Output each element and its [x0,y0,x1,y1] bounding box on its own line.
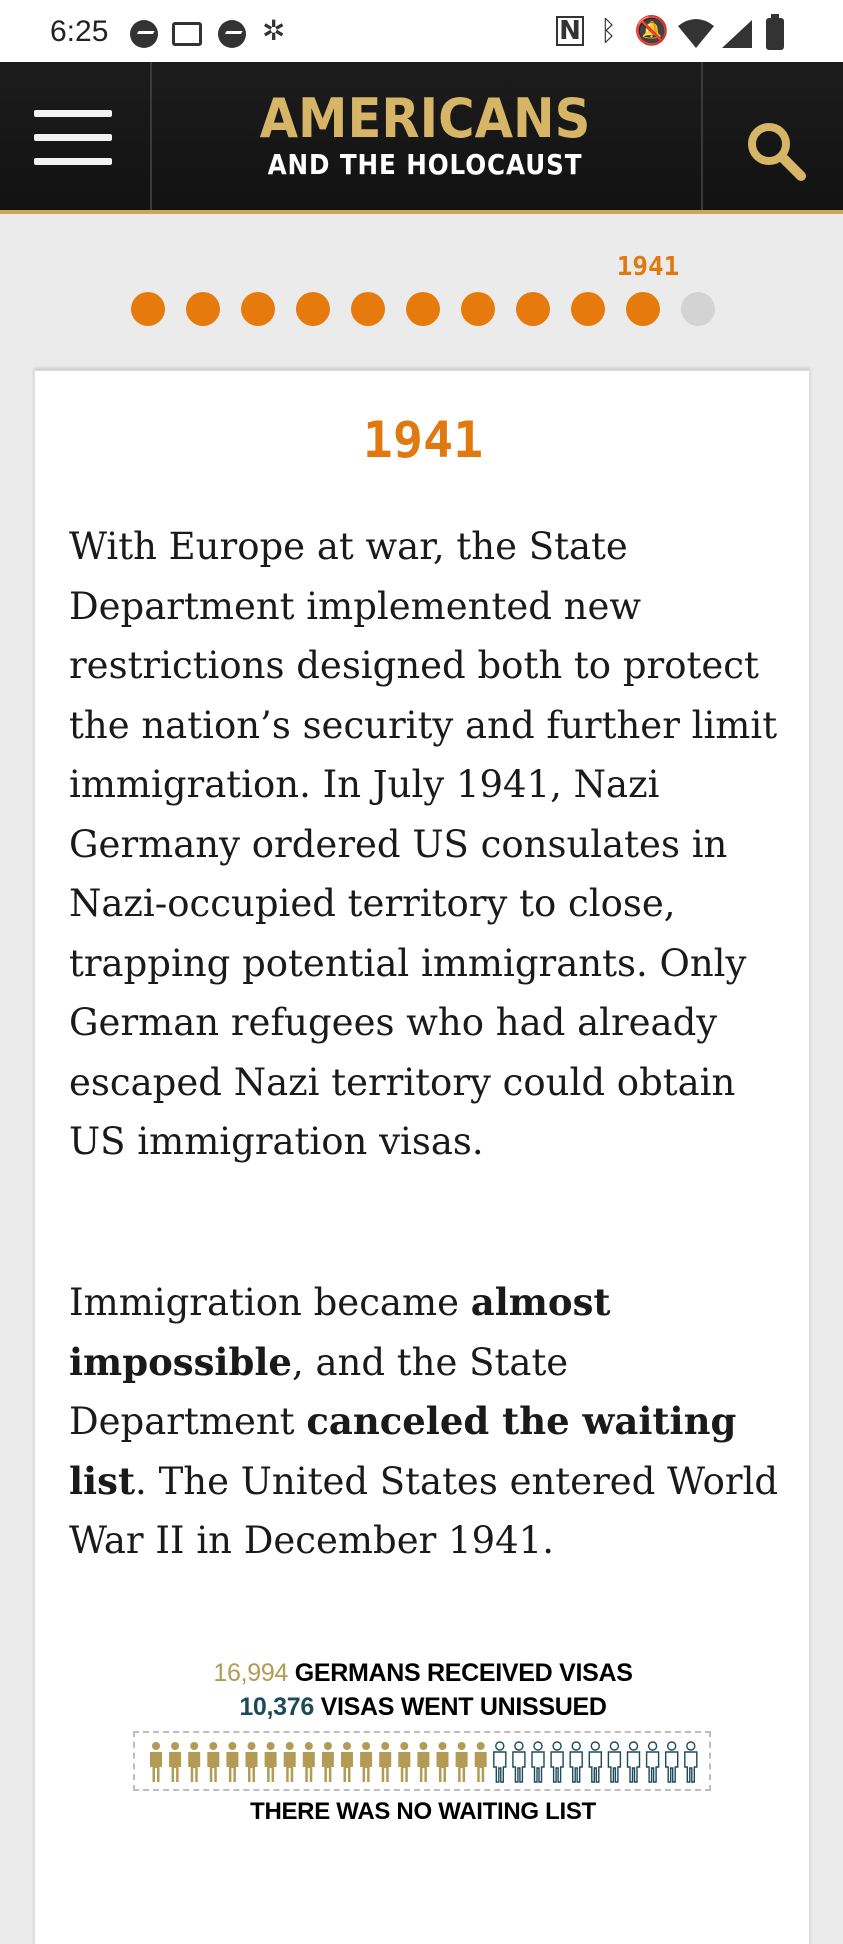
person-icon-filled [379,1742,392,1782]
person-icon-outline [512,1741,526,1783]
timeline-dot[interactable] [571,292,605,326]
timeline-dot[interactable] [241,292,275,326]
visas-unissued-number: 10,376 [239,1693,314,1721]
wifi-icon [678,19,714,48]
battery-icon [766,14,784,50]
person-icon-filled [360,1742,373,1782]
site-header: AMERICANS AND THE HOLOCAUST [0,62,843,214]
content-card: 1941 With Europe at war, the State Depar… [34,370,810,1944]
person-icon-outline [550,1741,564,1783]
people-pictogram [133,1731,711,1791]
person-icon-filled [188,1742,201,1782]
messenger-icon [218,20,246,48]
visas-received-label: GERMANS RECEIVED VISAS [294,1659,633,1687]
person-icon-outline [645,1741,660,1783]
person-icon-outline [665,1741,679,1783]
timeline-dot[interactable] [516,292,550,326]
person-icon-filled [302,1742,315,1782]
person-icon-outline [569,1741,583,1783]
timeline-dot[interactable] [626,292,660,326]
bug-icon: ✲ [262,14,286,47]
timeline-dot[interactable] [406,292,440,326]
search-button[interactable] [701,62,843,210]
timeline-dot[interactable] [351,292,385,326]
logo-subtitle: AND THE HOLOCAUST [267,148,583,181]
person-icon-filled [226,1742,239,1782]
bell-off-icon: 🔕 [634,14,669,47]
bluetooth-icon: ᛒ [600,14,617,47]
timeline-dot[interactable] [186,292,220,326]
visas-unissued-label: VISAS WENT UNISSUED [320,1693,607,1721]
person-icon-outline [684,1741,698,1783]
messenger-icon [130,20,158,48]
logo-title: AMERICANS [259,87,591,150]
person-icon-filled [245,1742,258,1782]
card-year-heading: 1941 [362,411,484,469]
person-icon-outline [531,1741,545,1783]
timeline-dot[interactable] [131,292,165,326]
classroom-icon [172,22,202,46]
person-icon-filled [474,1742,487,1782]
search-icon [748,123,806,181]
status-time: 6:25 [50,15,109,48]
paragraph-2: Immigration became almost impossible, an… [69,1280,779,1562]
person-icon-outline [626,1741,641,1783]
person-icon-filled [321,1742,334,1782]
timeline-dot[interactable] [296,292,330,326]
site-logo[interactable]: AMERICANS AND THE HOLOCAUST [200,90,650,182]
person-icon-outline [493,1741,507,1783]
status-bar: 6:25 ✲ N ᛒ 🔕 [0,0,843,62]
signal-icon [722,20,752,48]
people-icons [150,1741,698,1783]
person-icon-filled [264,1742,277,1782]
timeline-dot[interactable] [461,292,495,326]
person-icon-outline [607,1741,622,1783]
person-icon-filled [283,1742,296,1782]
visas-received-number: 16,994 [213,1659,289,1687]
person-icon-filled [417,1742,430,1782]
person-icon-filled [398,1742,411,1782]
no-waiting-list-label: THERE WAS NO WAITING LIST [250,1798,596,1825]
person-icon-filled [150,1742,162,1782]
person-icon-filled [207,1742,220,1782]
visas-received-line: 16,994 GERMANS RECEIVED VISAS [35,1659,811,1688]
visas-unissued-line: 10,376 VISAS WENT UNISSUED [35,1693,811,1722]
nfc-icon: N [556,16,584,46]
person-icon-filled [341,1742,353,1782]
menu-button[interactable] [0,62,152,210]
timeline-current-year: 1941 [616,252,680,282]
person-icon-filled [436,1742,449,1782]
person-icon-filled [169,1742,182,1782]
timeline-dot[interactable] [681,292,715,326]
paragraph-1: With Europe at war, the State Department… [69,525,778,1163]
person-icon-filled [455,1742,468,1782]
person-icon-outline [588,1741,602,1783]
